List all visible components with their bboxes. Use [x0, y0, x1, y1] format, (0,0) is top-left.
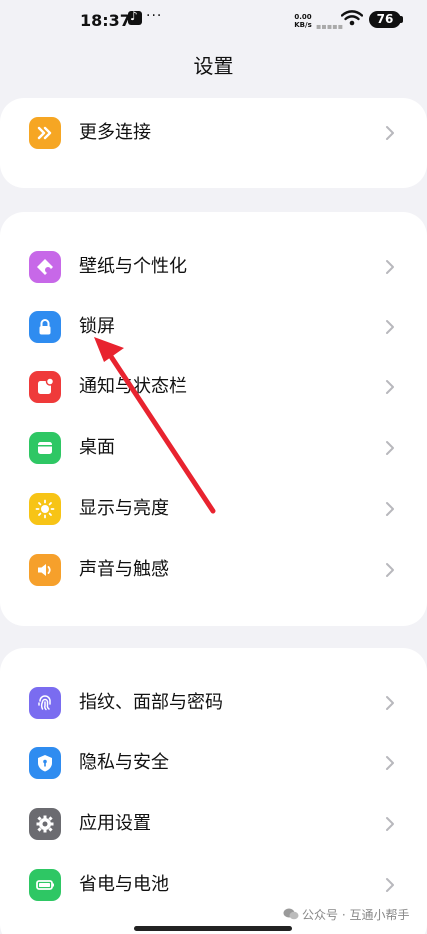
desktop-icon [29, 432, 61, 464]
notification-icon [29, 371, 61, 403]
chevron-right-icon [386, 756, 394, 770]
settings-item-label: 显示与亮度 [79, 498, 169, 519]
settings-item-label: 更多连接 [79, 122, 151, 143]
watermark-text: 公众号 · 互通小帮手 [302, 908, 410, 922]
group-connections: 更多连接 [0, 98, 427, 188]
page-title: 设置 [193, 54, 234, 78]
chevron-right-icon [386, 380, 394, 394]
battery-icon [29, 869, 61, 901]
chevron-right-icon [386, 260, 394, 274]
sound-icon [29, 554, 61, 586]
settings-item-biometrics[interactable]: 指纹、面部与密码 [0, 673, 427, 733]
battery-level: 76 [369, 11, 401, 28]
chevron-right-icon [386, 696, 394, 710]
tiktok-icon [128, 9, 142, 25]
lock-icon [29, 311, 61, 343]
chevron-right-icon [386, 878, 394, 892]
wechat-icon [283, 908, 299, 920]
settings-item-privacy[interactable]: 隐私与安全 [0, 733, 427, 793]
privacy-shield-icon [29, 747, 61, 779]
settings-item-label: 省电与电池 [79, 874, 169, 895]
settings-item-notifications[interactable]: 通知与状态栏 [0, 357, 427, 417]
settings-item-app-settings[interactable]: 应用设置 [0, 794, 427, 854]
settings-item-label: 声音与触感 [79, 559, 169, 580]
settings-item-desktop[interactable]: 桌面 [0, 418, 427, 478]
status-bar: 18:37 ··· 0.00 KB/s ▪▪▪▪▪ 76 [0, 0, 427, 40]
net-speed: 0.00 KB/s [290, 13, 316, 29]
chevron-right-icon [386, 502, 394, 516]
settings-item-more-connections[interactable]: 更多连接 [0, 103, 427, 163]
settings-item-label: 桌面 [79, 437, 115, 458]
settings-item-label: 隐私与安全 [79, 752, 169, 773]
battery-tip [400, 16, 403, 23]
gear-icon [29, 808, 61, 840]
settings-item-label: 通知与状态栏 [79, 376, 187, 397]
group-security: 指纹、面部与密码 隐私与安全 应用设置 省电与电池 [0, 648, 427, 934]
connection-icon [29, 117, 61, 149]
settings-item-label: 壁纸与个性化 [79, 256, 187, 277]
settings-item-label: 应用设置 [79, 813, 151, 834]
chevron-right-icon [386, 817, 394, 831]
signal-icon: ▪▪▪▪▪ [316, 22, 344, 31]
settings-item-label: 指纹、面部与密码 [79, 692, 223, 713]
fingerprint-icon [29, 687, 61, 719]
home-indicator[interactable] [134, 926, 292, 931]
status-time: 18:37 [80, 11, 131, 30]
settings-item-label: 锁屏 [79, 316, 115, 337]
settings-item-wallpaper[interactable]: 壁纸与个性化 [0, 237, 427, 297]
settings-item-lock-screen[interactable]: 锁屏 [0, 297, 427, 357]
net-speed-unit: KB/s [294, 21, 312, 29]
wallpaper-icon [29, 251, 61, 283]
settings-item-display[interactable]: 显示与亮度 [0, 479, 427, 539]
chevron-right-icon [386, 126, 394, 140]
net-speed-value: 0.00 [294, 13, 312, 21]
group-personalization: 壁纸与个性化 锁屏 通知与状态栏 桌面 显示与亮度 声音与触感 [0, 212, 427, 626]
chevron-right-icon [386, 320, 394, 334]
wifi-icon [341, 10, 363, 26]
brightness-icon [29, 493, 61, 525]
settings-item-sound[interactable]: 声音与触感 [0, 540, 427, 600]
chevron-right-icon [386, 441, 394, 455]
chevron-right-icon [386, 563, 394, 577]
status-more-dots: ··· [146, 8, 163, 24]
